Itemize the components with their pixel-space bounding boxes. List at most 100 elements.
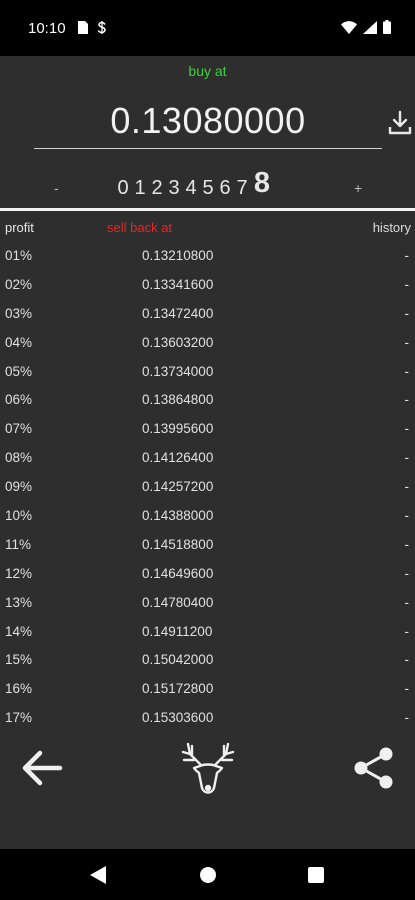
sell-price-cell: 0.13603200 — [142, 334, 214, 350]
profit-cell: 02% — [5, 276, 33, 292]
share-icon[interactable] — [352, 746, 396, 790]
sell-price-cell: 0.14257200 — [142, 479, 214, 495]
sell-price-cell: 0.13341600 — [142, 276, 214, 292]
history-cell: - — [404, 565, 410, 581]
digit-option[interactable]: 3 — [167, 177, 181, 200]
history-cell: - — [404, 363, 410, 379]
history-cell: - — [404, 594, 410, 610]
table-row[interactable]: 02% 0.13341600 - — [0, 271, 415, 300]
sell-price-cell: 0.14518800 — [142, 536, 214, 552]
history-cell: - — [404, 623, 410, 639]
profit-cell: 12% — [5, 565, 33, 581]
sell-price-cell: 0.13472400 — [142, 305, 214, 321]
table-row[interactable]: 01% 0.13210800 - — [0, 242, 415, 271]
table-row[interactable]: 05% 0.13734000 - — [0, 358, 415, 387]
history-cell: - — [404, 334, 410, 350]
table-row[interactable]: 17% 0.15303600 - — [0, 704, 415, 733]
sell-price-cell: 0.15042000 — [142, 652, 214, 668]
digit-option[interactable]: 1 — [133, 177, 147, 200]
profit-cell: 07% — [5, 421, 33, 437]
arrow-left-icon[interactable] — [20, 748, 64, 788]
header-history: history — [372, 220, 411, 235]
digit-option[interactable]: 0 — [116, 177, 130, 200]
history-cell: - — [404, 305, 410, 321]
digit-option[interactable]: 5 — [201, 177, 215, 200]
sell-price-cell: 0.13210800 — [142, 248, 214, 263]
history-cell: - — [404, 248, 410, 263]
sell-price-cell: 0.14911200 — [142, 623, 213, 639]
cell-signal-icon — [363, 20, 377, 34]
profit-cell: 11% — [5, 536, 32, 552]
nav-recents-icon[interactable] — [308, 867, 324, 883]
table-row[interactable]: 09% 0.14257200 - — [0, 473, 415, 502]
table-row[interactable]: 04% 0.13603200 - — [0, 329, 415, 358]
history-cell: - — [404, 508, 410, 524]
profit-cell: 09% — [5, 479, 33, 495]
profit-cell: 10% — [5, 508, 33, 524]
digit-option[interactable]: 6 — [218, 177, 232, 200]
history-cell: - — [404, 652, 410, 668]
table-header: profit sell back at history — [0, 220, 415, 238]
table-row[interactable]: 03% 0.13472400 - — [0, 300, 415, 329]
profit-cell: 04% — [5, 334, 33, 350]
digit-selector: 012345678 — [116, 167, 272, 200]
table-row[interactable]: 07% 0.13995600 - — [0, 415, 415, 444]
nav-back-icon[interactable] — [90, 866, 106, 884]
table-row[interactable]: 11% 0.14518800 - — [0, 531, 415, 560]
header-profit: profit — [5, 220, 34, 235]
digit-option[interactable]: 4 — [184, 177, 198, 200]
table-row[interactable]: 10% 0.14388000 - — [0, 502, 415, 531]
profit-cell: 01% — [5, 248, 33, 263]
history-cell: - — [404, 450, 410, 466]
profit-cell: 13% — [5, 594, 33, 610]
sync-s-icon — [97, 21, 106, 34]
battery-icon — [383, 20, 391, 34]
profit-cell: 16% — [5, 681, 33, 697]
status-time: 10:10 — [28, 20, 66, 37]
history-cell: - — [404, 276, 410, 292]
sell-price-cell: 0.14126400 — [142, 450, 214, 466]
history-cell: - — [404, 421, 410, 437]
deer-head-icon — [181, 742, 235, 794]
buy-at-label: buy at — [188, 63, 227, 79]
sell-price-cell: 0.15303600 — [142, 710, 214, 726]
sell-price-cell: 0.14780400 — [142, 594, 214, 610]
sell-price-cell: 0.15172800 — [142, 681, 214, 697]
sell-price-cell: 0.13995600 — [142, 421, 214, 437]
table-row[interactable]: 16% 0.15172800 - — [0, 675, 415, 704]
decrement-button[interactable]: - — [54, 180, 59, 196]
history-cell: - — [404, 479, 410, 495]
digit-option[interactable]: 8 — [252, 167, 272, 200]
digit-stepper: - 012345678 + — [0, 167, 415, 202]
table-row[interactable]: 14% 0.14911200 - — [0, 618, 415, 647]
table-row[interactable]: 12% 0.14649600 - — [0, 560, 415, 589]
sell-price-cell: 0.13734000 — [142, 363, 214, 379]
download-icon[interactable] — [388, 110, 412, 136]
section-divider — [0, 208, 415, 211]
sell-price-cell: 0.14388000 — [142, 508, 214, 524]
profit-cell: 08% — [5, 450, 33, 466]
history-cell: - — [404, 536, 410, 552]
profit-cell: 17% — [5, 710, 33, 726]
profit-cell: 06% — [5, 392, 33, 408]
increment-button[interactable]: + — [354, 180, 362, 196]
sell-price-cell: 0.13864800 — [142, 392, 214, 408]
digit-option[interactable]: 2 — [150, 177, 164, 200]
history-cell: - — [404, 392, 410, 408]
table-row[interactable]: 08% 0.14126400 - — [0, 444, 415, 473]
profit-cell: 03% — [5, 305, 33, 321]
table-row[interactable]: 06% 0.13864800 - — [0, 386, 415, 415]
table-row[interactable]: 15% 0.15042000 - — [0, 646, 415, 675]
digit-option[interactable]: 7 — [235, 177, 249, 200]
buy-price-input[interactable]: 0.13080000 — [34, 100, 382, 142]
sell-price-cell: 0.14649600 — [142, 565, 214, 581]
history-cell: - — [404, 681, 410, 697]
price-underline — [34, 148, 382, 149]
nav-home-icon[interactable] — [199, 866, 217, 884]
status-bar: 10:10 — [0, 0, 415, 56]
table-row[interactable]: 13% 0.14780400 - — [0, 589, 415, 618]
sim-card-icon — [78, 21, 88, 34]
profit-cell: 15% — [5, 652, 33, 668]
history-cell: - — [404, 710, 410, 726]
header-sell-back-at: sell back at — [107, 220, 173, 235]
